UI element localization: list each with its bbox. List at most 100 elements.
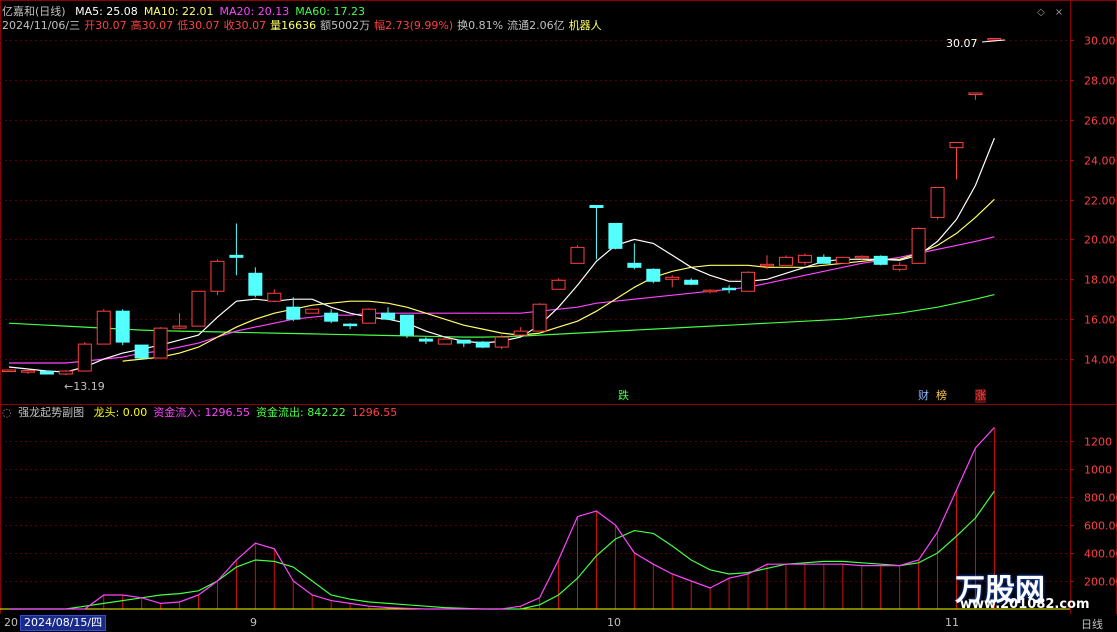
main-tick-label: 20.00 [1084, 234, 1116, 247]
watermark-url: www.201082.com [960, 597, 1090, 612]
main-tick-label: 18.00 [1084, 274, 1116, 287]
candle-body-down [399, 314, 414, 336]
sub-chart-header: ◌ 强龙起势副图 龙头: 0.00 资金流入: 1296.55 资金流出: 842.… [2, 406, 409, 420]
candle-body-up [267, 292, 282, 302]
quote-field-1: 开30.07 [84, 19, 127, 32]
sub-chart-title: 强龙起势副图 [18, 406, 85, 419]
candle-body-up [741, 271, 756, 292]
indicator-legend: 龙头: 0.00 资金流入: 1296.55 资金流出: 842.22 1296.55 [94, 406, 404, 419]
axis-left-cut: 20 [4, 616, 18, 629]
candle-body-down [115, 310, 130, 343]
quote-detail-line: 2024/11/06/三 开30.07 高30.07 低30.07 收30.07 量166… [2, 19, 606, 33]
main-tick-label: 26.00 [1084, 115, 1116, 128]
candle-body-up [892, 264, 907, 270]
candle-body-up [551, 279, 566, 290]
quote-field-5: 量16636 [270, 19, 317, 32]
ma-legend-0: MA5: 25.08 [75, 5, 138, 18]
indicator-legend-2: 资金流出: 842.22 [256, 406, 346, 419]
candle-body-down [418, 338, 433, 342]
candle-body-up [949, 141, 964, 149]
candle-body-down [627, 262, 642, 268]
quote-field-7: 幅2.73(9.99%) [374, 19, 454, 32]
cursor-date: 2024/08/15/四 [20, 615, 107, 631]
quote-field-3: 低30.07 [177, 19, 220, 32]
min-price-label: ←13.19 [64, 380, 105, 393]
indicator-legend-1: 资金流入: 1296.55 [153, 406, 251, 419]
quote-field-6: 额5002万 [320, 19, 371, 32]
candle-body-up [835, 256, 850, 264]
candle-body-down [39, 370, 54, 375]
quote-field-2: 高30.07 [130, 19, 174, 32]
candle-body-down [381, 312, 395, 320]
close-icon[interactable]: × [1054, 8, 1064, 18]
candle-body-up [305, 308, 320, 314]
outflow-line [9, 490, 995, 610]
marker-cai[interactable]: 财 [918, 389, 929, 403]
candle-body-up [96, 310, 111, 345]
sub-tick-label: 800.00 [1084, 492, 1117, 505]
candle-body-down [684, 279, 699, 285]
candle-body-up [494, 336, 509, 348]
ma-legend: MA5: 25.08 MA10: 22.01 MA20: 20.13 MA60: 17… [75, 5, 371, 18]
main-grid [0, 0, 1117, 631]
candle-body-up [797, 254, 812, 263]
candle-body-down [456, 339, 471, 344]
candle-body-down [343, 323, 358, 327]
candle-body-up [854, 255, 869, 259]
main-chart-header: 亿嘉和(日线) MA5: 25.08 MA10: 22.01 MA20: 20.13… [2, 5, 377, 19]
candle-body-up [778, 256, 793, 266]
diamond-icon[interactable]: ◇ [1036, 8, 1046, 18]
main-tick-label: 14.00 [1084, 354, 1116, 367]
indicator-legend-3: 1296.55 [351, 406, 398, 419]
sub-tick-label: 600.00 [1084, 520, 1117, 533]
candle-body-down [873, 255, 888, 265]
quote-field-10: 机器人 [568, 19, 602, 32]
chart-canvas[interactable]: 14.00 16.00 18.00 20.00 22.00 24.00 26.00 28.00… [0, 0, 1117, 631]
quote-field-4: 收30.07 [223, 19, 267, 32]
indicator-legend-0: 龙头: 0.00 [93, 406, 148, 419]
candle-body-up [210, 260, 225, 292]
marker-zhang[interactable]: 涨 [975, 389, 986, 403]
collapse-icon[interactable]: ◌ [2, 406, 12, 419]
sub-tick-label: 400.00 [1084, 548, 1117, 561]
candle-body-up [172, 325, 187, 329]
quote-field-8: 换0.81% [457, 19, 504, 32]
candle-body-up [153, 327, 168, 359]
candle-body-up [2, 369, 16, 373]
main-tick-label: 22.00 [1084, 195, 1116, 208]
quote-field-0: 2024/11/06/三 [2, 19, 81, 32]
candle-body-up [911, 227, 926, 264]
marker-bang[interactable]: 榜 [936, 389, 947, 403]
candle-body-up [760, 263, 774, 267]
main-tick-label: 16.00 [1084, 314, 1116, 327]
ma-legend-3: MA60: 17.23 [295, 5, 365, 18]
quote-field-9: 流通2.06亿 [507, 19, 565, 32]
price-axis-labels: 14.00 16.00 18.00 20.00 22.00 24.00 26.00 28.00… [1084, 35, 1117, 589]
outer-border [0, 0, 1117, 631]
main-tick-label: 30.00 [1084, 35, 1116, 48]
candle-body-down [589, 204, 604, 208]
axis-month-11: 11 [945, 616, 959, 629]
axis-month-9: 9 [250, 616, 257, 629]
stock-title: 亿嘉和(日线) [2, 5, 66, 18]
candle-body-down [722, 287, 737, 291]
candle-body-up [362, 308, 377, 324]
period-label[interactable]: 日线 [1081, 616, 1103, 632]
candle-body-down [608, 222, 623, 249]
sub-tick-label: 1200 [1084, 436, 1112, 449]
sub-tick-label: 1000 [1084, 464, 1112, 477]
marker-die[interactable]: 跌 [618, 389, 629, 403]
ma-legend-1: MA10: 22.01 [143, 5, 214, 18]
candle-body-down [248, 272, 263, 296]
sub-tick-label: 200.00 [1084, 576, 1117, 589]
candle-body-down [816, 256, 831, 264]
candle-body-down [286, 306, 301, 320]
candle-body-up [513, 330, 528, 336]
min-price-value: 13.19 [73, 380, 105, 393]
candle-body-down [475, 341, 490, 348]
candle-body-up [58, 370, 73, 375]
main-tick-label: 28.00 [1084, 75, 1116, 88]
candle-body-down [646, 268, 661, 282]
ma-legend-2: MA20: 20.13 [219, 5, 290, 18]
candle-body-up [437, 338, 452, 345]
